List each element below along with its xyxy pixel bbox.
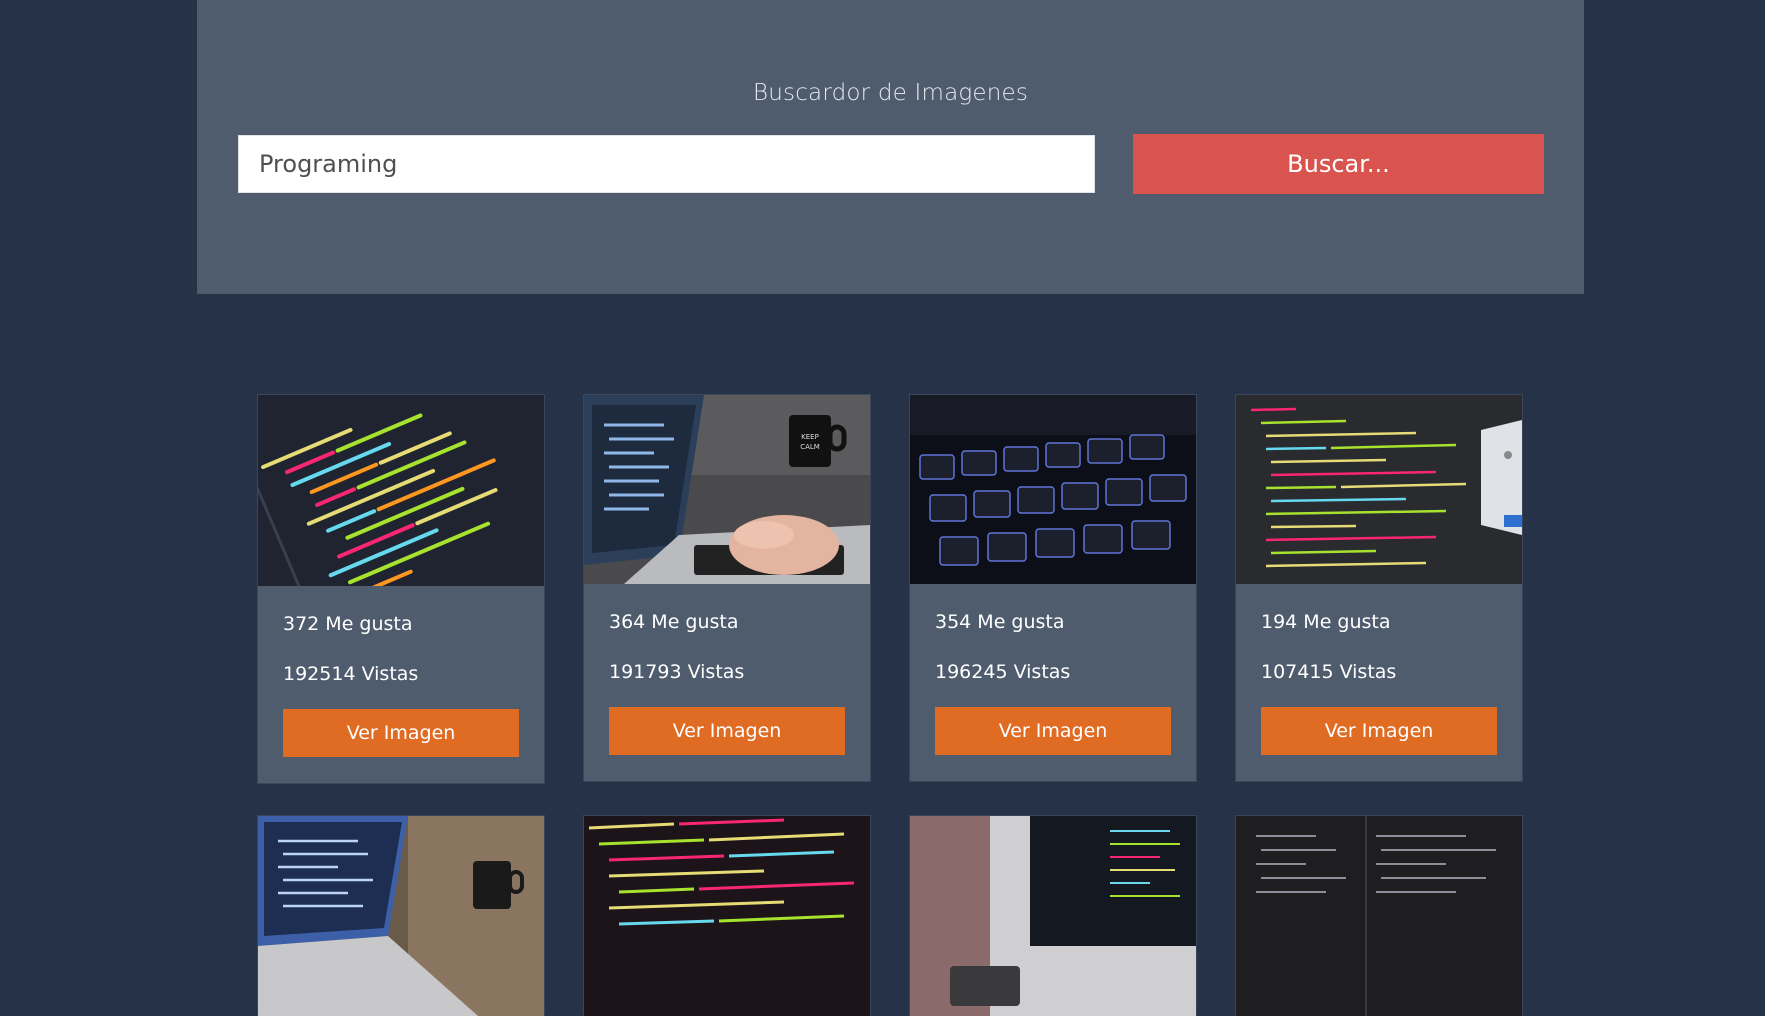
likes-count: 372 Me gusta xyxy=(283,613,413,635)
view-image-button[interactable]: Ver Imagen xyxy=(1261,707,1497,755)
likes-count: 194 Me gusta xyxy=(1261,611,1391,633)
image-card xyxy=(583,815,871,1016)
search-panel: Buscardor de Imagenes Buscar... xyxy=(197,0,1584,294)
view-image-button[interactable]: Ver Imagen xyxy=(609,707,845,755)
image-card: 194 Me gusta 107415 Vistas Ver Imagen xyxy=(1235,394,1523,782)
search-button[interactable]: Buscar... xyxy=(1133,134,1544,194)
image-thumbnail[interactable] xyxy=(1236,395,1522,584)
image-card xyxy=(909,815,1197,1016)
image-thumbnail[interactable] xyxy=(910,395,1196,584)
view-image-button[interactable]: Ver Imagen xyxy=(283,709,519,757)
views-count: 191793 Vistas xyxy=(609,661,745,683)
likes-count: 354 Me gusta xyxy=(935,611,1065,633)
image-thumbnail[interactable] xyxy=(910,816,1196,1016)
image-thumbnail[interactable] xyxy=(258,395,544,586)
views-count: 107415 Vistas xyxy=(1261,661,1397,683)
image-card xyxy=(257,815,545,1016)
likes-count: 364 Me gusta xyxy=(609,611,739,633)
image-thumbnail[interactable] xyxy=(258,816,544,1016)
page-title: Buscardor de Imagenes xyxy=(752,80,1029,106)
image-thumbnail[interactable] xyxy=(584,816,870,1016)
results-grid: 372 Me gusta 192514 Vistas Ver Imagen KE… xyxy=(257,394,1525,1016)
image-card: KEEP CALM 364 Me gusta 191793 Vistas Ver… xyxy=(583,394,871,782)
image-card: 354 Me gusta 196245 Vistas Ver Imagen xyxy=(909,394,1197,782)
image-thumbnail[interactable]: KEEP CALM xyxy=(584,395,870,584)
view-image-button[interactable]: Ver Imagen xyxy=(935,707,1171,755)
image-thumbnail[interactable] xyxy=(1236,816,1522,1016)
image-card: 372 Me gusta 192514 Vistas Ver Imagen xyxy=(257,394,545,784)
svg-text:CALM: CALM xyxy=(800,443,820,451)
svg-text:KEEP: KEEP xyxy=(801,433,819,441)
views-count: 192514 Vistas xyxy=(283,663,419,685)
views-count: 196245 Vistas xyxy=(935,661,1071,683)
search-input[interactable] xyxy=(238,135,1095,193)
image-card xyxy=(1235,815,1523,1016)
